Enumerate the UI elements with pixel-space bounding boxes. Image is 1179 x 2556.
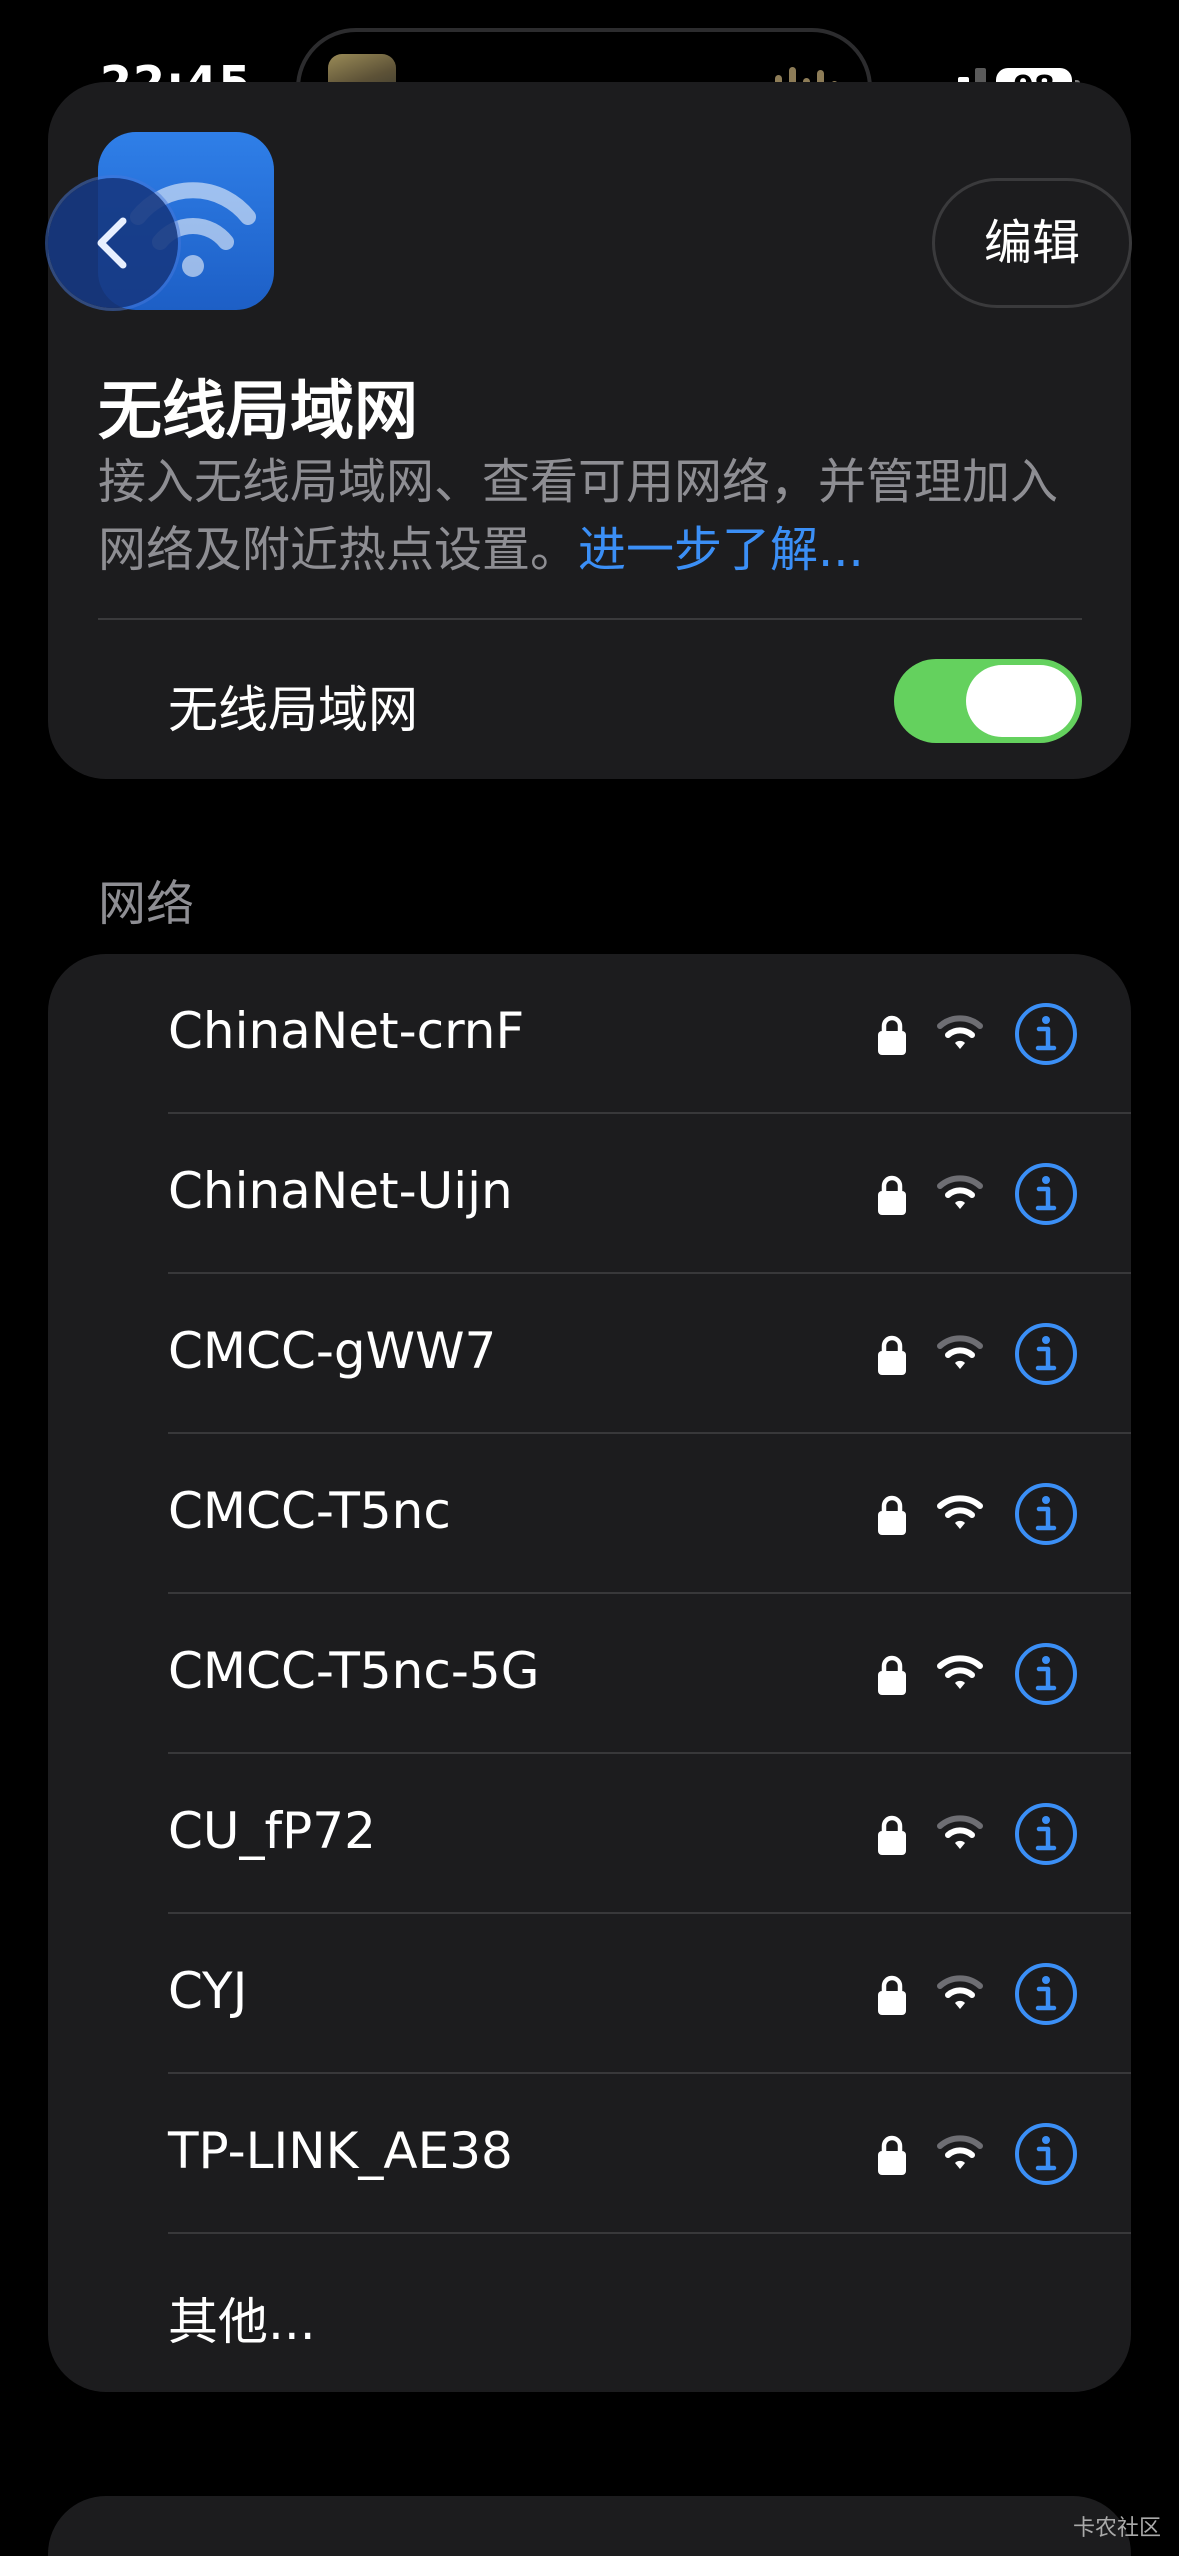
page-title: 无线局域网 <box>98 375 418 449</box>
back-button[interactable] <box>48 178 178 308</box>
lock-icon <box>878 1015 906 1055</box>
wifi-signal-icon <box>937 1015 983 1049</box>
wifi-signal-icon <box>937 1335 983 1369</box>
lock-icon <box>878 1175 906 1215</box>
network-name: CYJ <box>168 1962 248 2020</box>
network-name: TP-LINK_AE38 <box>168 2122 513 2180</box>
network-name: CMCC-T5nc <box>168 1482 451 1540</box>
learn-more-link[interactable]: 进一步了解... <box>578 522 864 578</box>
network-row[interactable]: CU_fP72 <box>48 1754 1131 1914</box>
next-section-card <box>48 2496 1131 2556</box>
network-row[interactable]: CMCC-T5nc-5G <box>48 1594 1131 1754</box>
lock-icon <box>878 1335 906 1375</box>
page-description: 接入无线局域网、查看可用网络，并管理加入网络及附近热点设置。进一步了解... <box>98 448 1078 584</box>
network-row[interactable]: TP-LINK_AE38 <box>48 2074 1131 2234</box>
wifi-signal-icon <box>937 1815 983 1849</box>
network-row[interactable]: CMCC-T5nc <box>48 1434 1131 1594</box>
wifi-signal-icon <box>937 1495 983 1529</box>
network-row[interactable]: ChinaNet-Uijn <box>48 1114 1131 1274</box>
chevron-left-icon <box>97 217 127 269</box>
edit-button[interactable]: 编辑 <box>932 178 1132 308</box>
networks-section-label: 网络 <box>98 876 195 932</box>
toggle-knob <box>966 665 1076 737</box>
info-button[interactable] <box>1014 1482 1078 1546</box>
network-name: ChinaNet-Uijn <box>168 1162 513 1220</box>
info-button[interactable] <box>1014 1802 1078 1866</box>
lock-icon <box>878 1495 906 1535</box>
wifi-signal-icon <box>937 2135 983 2169</box>
other-network-row[interactable]: 其他... <box>48 2234 1131 2392</box>
info-button[interactable] <box>1014 1322 1078 1386</box>
divider <box>98 618 1082 620</box>
lock-icon <box>878 1815 906 1855</box>
wifi-toggle-label: 无线局域网 <box>168 681 418 739</box>
watermark: 卡农社区 <box>1072 2516 1161 2541</box>
wifi-signal-icon <box>937 1175 983 1209</box>
other-network-label: 其他... <box>168 2293 316 2351</box>
network-name: CMCC-T5nc-5G <box>168 1642 540 1700</box>
info-button[interactable] <box>1014 1642 1078 1706</box>
network-name: CU_fP72 <box>168 1802 376 1860</box>
network-row[interactable]: CYJ <box>48 1914 1131 2074</box>
info-button[interactable] <box>1014 1002 1078 1066</box>
network-row[interactable]: ChinaNet-crnF <box>48 954 1131 1114</box>
info-button[interactable] <box>1014 1162 1078 1226</box>
network-name: ChinaNet-crnF <box>168 1002 525 1060</box>
lock-icon <box>878 1655 906 1695</box>
info-button[interactable] <box>1014 2122 1078 2186</box>
wifi-signal-icon <box>937 1655 983 1689</box>
lock-icon <box>878 1975 906 2015</box>
wifi-signal-icon <box>937 1975 983 2009</box>
wifi-toggle-switch[interactable] <box>894 659 1082 743</box>
network-row[interactable]: CMCC-gWW7 <box>48 1274 1131 1434</box>
lock-icon <box>878 2135 906 2175</box>
networks-list: ChinaNet-crnF ChinaNet-Uijn CMCC-gWW7 CMCC-… <box>48 954 1131 2392</box>
info-button[interactable] <box>1014 1962 1078 2026</box>
network-name: CMCC-gWW7 <box>168 1322 497 1380</box>
